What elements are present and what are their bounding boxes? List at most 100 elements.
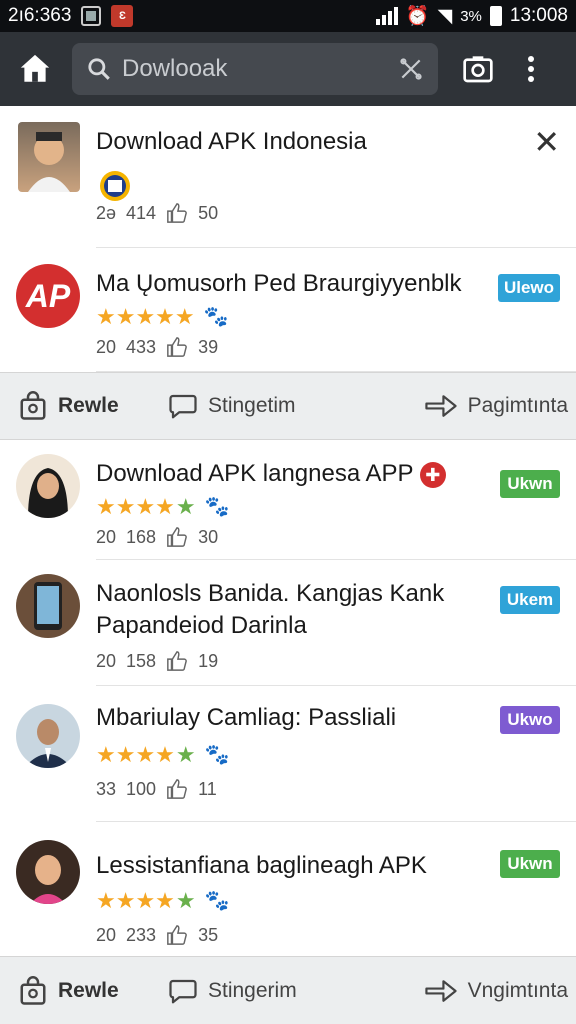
gold-badge-icon <box>100 171 130 201</box>
comment-button[interactable]: Stingetim <box>168 391 296 421</box>
list-item[interactable]: Naonlosls Banida. Kangjas Kank Papandeio… <box>16 560 576 686</box>
rating-stars: ★★★★★🐾 <box>96 304 229 329</box>
like-count: 39 <box>198 336 219 357</box>
status-badge[interactable]: Ukwn <box>500 470 560 498</box>
app-bar: Dowlooak <box>0 32 576 106</box>
battery-icon <box>489 6 502 26</box>
status-bar: 2ı6:363 Ɛ ⏰ ◥ 3% 13:008 <box>0 0 576 32</box>
rating-stars: ★★★★★🐾 <box>96 494 230 519</box>
comment-label: Stingerim <box>208 978 297 1002</box>
list-item[interactable]: AP Ma Ųomusorh Ped Braurgiyyenblk ★★★★★ 🐾… <box>16 248 576 372</box>
stat-a: 33 <box>96 778 117 799</box>
item-title: Download APK Indonesia <box>96 128 367 155</box>
like-count: 50 <box>198 202 219 223</box>
like-count: 19 <box>198 650 219 671</box>
action-bar: Rewle Stingetim Pagimtınta <box>0 372 576 440</box>
thumbs-up-icon <box>167 779 187 799</box>
paw-icon: 🐾 <box>203 306 229 328</box>
share-arrow-icon <box>424 395 457 417</box>
list-item[interactable]: Mbariulay Camliag: Passliali ★★★★ ★ 🐾 33 1… <box>16 686 576 822</box>
comment-icon <box>169 979 197 1003</box>
review-button[interactable]: Rewle <box>18 975 119 1006</box>
status-left-text: 2ı6:363 <box>8 5 72 26</box>
search-bar[interactable]: Dowlooak <box>72 43 438 95</box>
item-title: Naonlosls Banida. Kangjas Kank Papandeio… <box>96 580 445 639</box>
review-button[interactable]: Rewle <box>18 391 119 421</box>
comment-icon <box>169 394 197 419</box>
bottom-action-bar: Rewle Stingerim Vngimtınta <box>0 956 576 1024</box>
like-count: 35 <box>198 924 219 945</box>
paw-icon: 🐾 <box>204 496 230 518</box>
app-notification-icon: Ɛ <box>111 5 134 27</box>
list-item[interactable]: Download APK langnesa APP ✚ ★★★★ ★ 🐾 20 16… <box>16 440 576 560</box>
close-icon[interactable]: ✕ <box>533 126 560 158</box>
status-badge[interactable]: Ukem <box>500 586 560 614</box>
home-icon <box>20 54 50 82</box>
item-title: Mbariulay Camliag: Passliali <box>96 704 397 731</box>
stat-a: 20 <box>96 650 117 671</box>
wifi-icon: ◥ <box>437 5 453 27</box>
status-badge[interactable]: Ulewo <box>497 274 560 302</box>
item-stats: 2ə 414 50 <box>96 202 218 224</box>
notification-icon <box>81 6 102 26</box>
voice-clear-icon[interactable] <box>398 56 424 82</box>
share-arrow-icon <box>424 979 457 1002</box>
stat-b: 414 <box>126 202 157 223</box>
list-item[interactable]: Download APK Indonesia 2ə 414 50 ✕ <box>18 106 576 248</box>
thumbs-up-icon <box>167 337 187 357</box>
ap-logo-icon: AP <box>25 277 71 314</box>
stat-b: 100 <box>126 778 157 799</box>
item-title: Ma Ųomusorh Ped Braurgiyyenblk <box>96 270 462 297</box>
app-logo-badge <box>96 168 138 204</box>
item-title: Lessistanfiana baglineagh APK <box>96 852 427 879</box>
more-vert-icon <box>528 56 534 82</box>
stat-a: 2ə <box>96 202 117 223</box>
status-badge[interactable]: Ukwn <box>500 850 560 878</box>
share-label: Vngimtınta <box>467 978 568 1002</box>
comment-button[interactable]: Stingerim <box>168 976 297 1006</box>
avatar <box>16 704 80 768</box>
share-button[interactable]: Pagimtınta <box>424 391 568 421</box>
share-button[interactable]: Vngimtınta <box>424 976 568 1006</box>
avatar: AP <box>16 264 80 328</box>
item-stats: 33 100 11 <box>96 778 217 800</box>
review-label: Rewle <box>58 394 119 417</box>
bag-icon <box>20 975 46 1005</box>
camera-button[interactable] <box>458 49 498 89</box>
rating-stars: ★★★★★🐾 <box>96 888 230 913</box>
thumbs-up-icon <box>167 651 187 671</box>
comment-label: Stingetim <box>208 394 296 417</box>
avatar <box>18 122 80 192</box>
results-list: Download APK Indonesia 2ə 414 50 ✕ AP Ma… <box>0 106 576 954</box>
home-button[interactable] <box>12 46 58 92</box>
review-label: Rewle <box>58 978 119 1002</box>
avatar <box>16 454 80 518</box>
like-count: 11 <box>198 778 217 799</box>
search-icon <box>88 58 110 80</box>
stat-b: 233 <box>126 924 157 945</box>
list-item[interactable]: Lessistanfiana baglineagh APK ★★★★ ★ 🐾 20 … <box>16 822 576 954</box>
paw-icon: 🐾 <box>204 744 230 766</box>
rating-stars: ★★★★★🐾 <box>96 742 230 767</box>
status-badge[interactable]: Ukwo <box>500 706 560 734</box>
item-stats: 20 233 35 <box>96 924 218 946</box>
thumbs-up-icon <box>167 527 187 547</box>
battery-percent: 3% <box>460 7 482 25</box>
stat-a: 20 <box>96 526 117 547</box>
stat-a: 20 <box>96 336 117 357</box>
alarm-icon: ⏰ <box>405 6 430 27</box>
stat-b: 168 <box>126 526 157 547</box>
overflow-menu-button[interactable] <box>516 49 546 89</box>
camera-icon <box>463 56 493 83</box>
avatar <box>16 574 80 638</box>
item-stats: 20 433 39 <box>96 336 218 358</box>
item-stats: 20 158 19 <box>96 650 218 672</box>
like-count: 30 <box>198 526 219 547</box>
red-badge-icon: ✚ <box>419 461 446 488</box>
stat-b: 158 <box>126 650 157 671</box>
status-time: 13:008 <box>509 5 568 26</box>
paw-icon: 🐾 <box>204 890 230 912</box>
search-input[interactable]: Dowlooak <box>122 55 398 83</box>
thumbs-up-icon <box>167 925 187 945</box>
share-label: Pagimtınta <box>467 394 568 417</box>
